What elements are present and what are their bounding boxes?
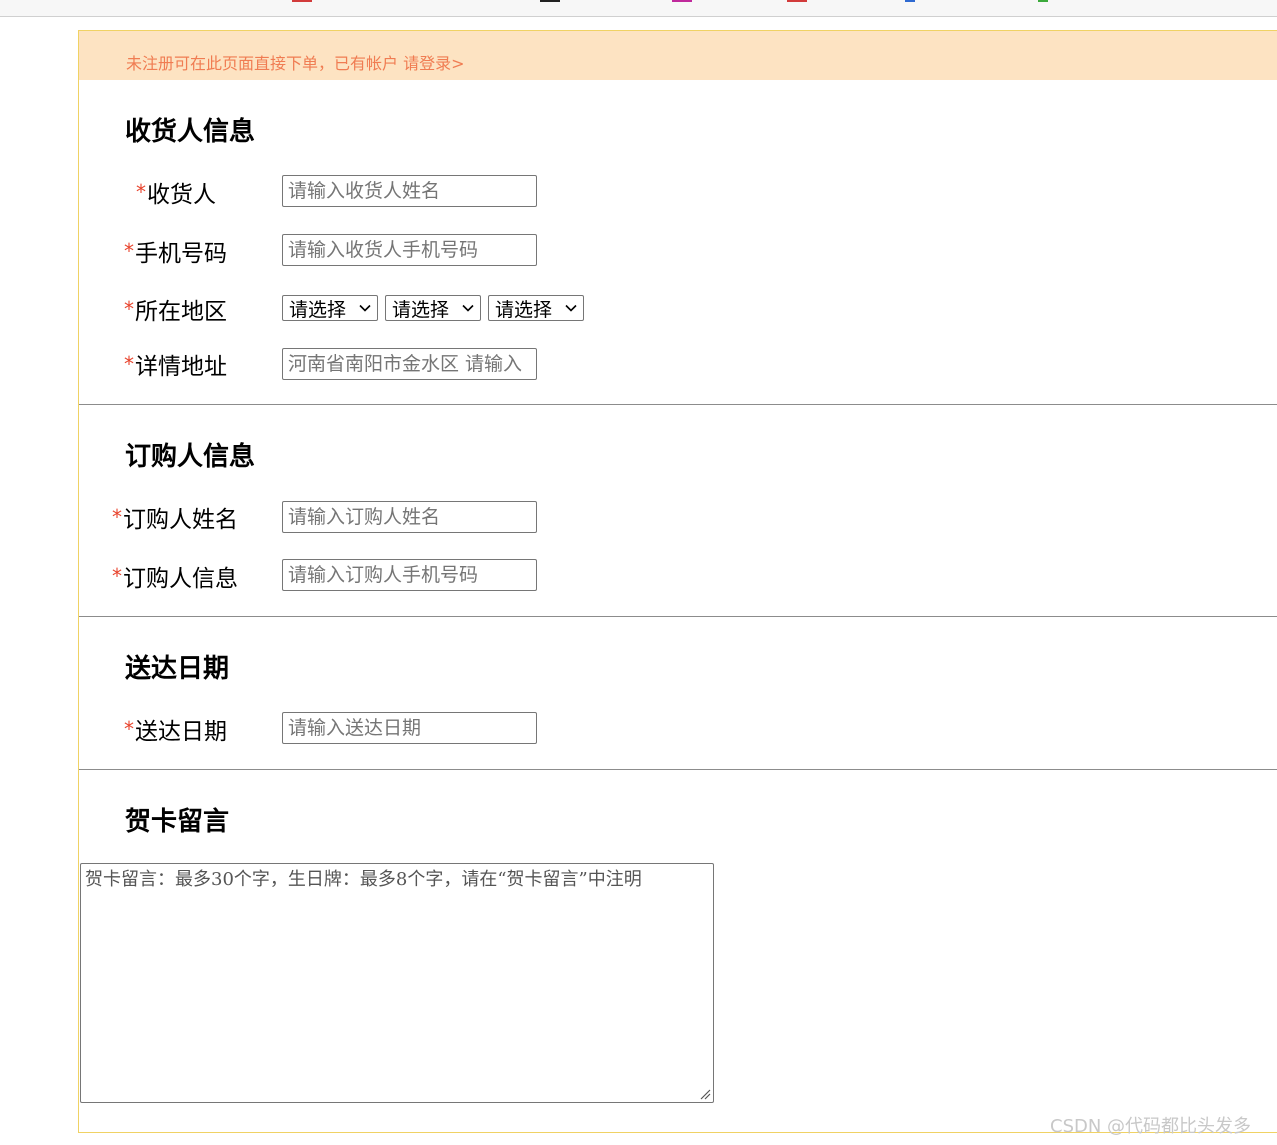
address-input[interactable] (282, 348, 537, 380)
bookmark-icon[interactable] (292, 0, 312, 2)
required-mark: * (124, 239, 134, 263)
required-mark: * (124, 352, 134, 376)
bookmark-icon[interactable] (1038, 0, 1048, 2)
label-text: 所在地区 (135, 299, 227, 325)
card-message-textarea[interactable]: 贺卡留言：最多30个字，生日牌：最多8个字，请在“贺卡留言”中注明 (80, 863, 714, 1103)
label-text: 订购人信息 (123, 566, 238, 592)
section-title-consignee: 收货人信息 (125, 117, 256, 147)
bookmark-icon[interactable] (787, 0, 807, 2)
chevron-down-icon (359, 304, 371, 312)
required-mark: * (124, 717, 134, 741)
section-divider (79, 616, 1277, 617)
buyer-phone-input[interactable] (282, 559, 537, 591)
delivery-date-label: *送达日期 (124, 712, 227, 746)
notice-text: 未注册可在此页面直接下单，已有帐户 请登录> (126, 50, 465, 74)
district-select[interactable]: 请选择 (488, 295, 584, 321)
buyer-name-label: *订购人姓名 (112, 500, 238, 534)
required-mark: * (124, 297, 134, 321)
select-value: 请选择 (495, 298, 553, 321)
login-link[interactable]: 请登录> (403, 54, 464, 73)
section-title-card: 贺卡留言 (125, 807, 230, 837)
label-text: 收货人 (147, 182, 216, 208)
textarea-placeholder: 贺卡留言：最多30个字，生日牌：最多8个字，请在“贺卡留言”中注明 (85, 869, 642, 890)
province-select[interactable]: 请选择 (282, 295, 378, 321)
city-select[interactable]: 请选择 (385, 295, 481, 321)
buyer-info-label: *订购人信息 (112, 559, 238, 593)
consignee-name-label: *收货人 (136, 175, 216, 209)
watermark: CSDN @代码都比头发多 (1050, 1116, 1252, 1137)
region-label: *所在地区 (124, 292, 227, 326)
label-text: 订购人姓名 (123, 507, 238, 533)
section-title-delivery: 送达日期 (125, 654, 230, 684)
label-text: 详情地址 (135, 354, 227, 380)
chevron-down-icon (462, 304, 474, 312)
select-value: 请选择 (289, 298, 347, 321)
required-mark: * (112, 505, 122, 529)
consignee-phone-label: *手机号码 (124, 234, 227, 268)
chevron-down-icon (565, 304, 577, 312)
required-mark: * (112, 564, 122, 588)
section-divider (79, 769, 1277, 770)
label-text: 送达日期 (135, 719, 227, 745)
bookmark-icon[interactable] (905, 0, 915, 2)
notice-message: 未注册可在此页面直接下单，已有帐户 (126, 54, 399, 73)
bookmark-icon[interactable] (540, 0, 560, 2)
address-label: *详情地址 (124, 347, 227, 381)
required-mark: * (136, 180, 146, 204)
label-text: 手机号码 (135, 241, 227, 267)
buyer-name-input[interactable] (282, 501, 537, 533)
consignee-name-input[interactable] (282, 175, 537, 207)
bookmark-icon[interactable] (672, 0, 692, 2)
delivery-date-input[interactable] (282, 712, 537, 744)
order-form: 未注册可在此页面直接下单，已有帐户 请登录> 收货人信息 *收货人 *手机号码 … (78, 30, 1277, 1133)
login-notice: 未注册可在此页面直接下单，已有帐户 请登录> (79, 31, 1277, 80)
browser-bookmark-bar (0, 0, 1277, 17)
consignee-phone-input[interactable] (282, 234, 537, 266)
section-title-buyer: 订购人信息 (125, 442, 256, 472)
resize-grip-icon[interactable] (699, 1088, 711, 1100)
section-divider (79, 404, 1277, 405)
select-value: 请选择 (392, 298, 450, 321)
